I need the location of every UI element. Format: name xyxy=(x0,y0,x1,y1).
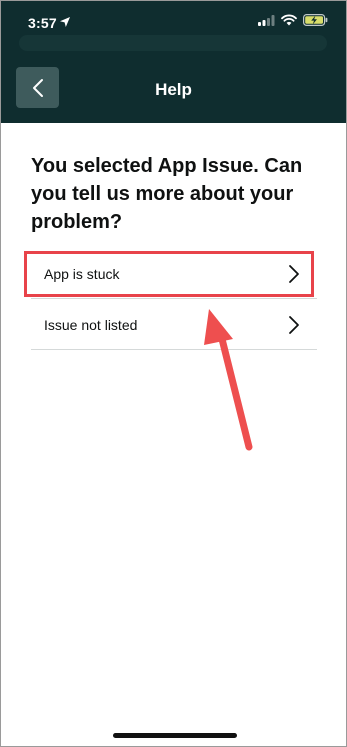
highlight-box xyxy=(24,251,314,297)
option-label: Issue not listed xyxy=(44,316,138,333)
wifi-icon xyxy=(281,14,297,26)
location-arrow-icon xyxy=(60,17,70,27)
battery-charging-icon xyxy=(303,14,328,26)
chevron-right-icon xyxy=(289,316,299,334)
page-title: Help xyxy=(155,80,192,99)
annotation-arrow xyxy=(204,309,253,451)
search-bar-placeholder xyxy=(19,35,327,51)
status-icons xyxy=(258,14,328,26)
cellular-signal-icon xyxy=(258,14,275,26)
app-header: 3:57 Help xyxy=(1,1,346,123)
question-heading: You selected App Issue. Can you tell us … xyxy=(31,155,303,233)
home-indicator[interactable] xyxy=(113,733,237,738)
phone-screen: 3:57 Help You selected App Issue. Can yo… xyxy=(0,0,347,747)
status-time: 3:57 xyxy=(28,15,57,31)
option-issue-not-listed[interactable]: Issue not listed xyxy=(31,300,317,350)
